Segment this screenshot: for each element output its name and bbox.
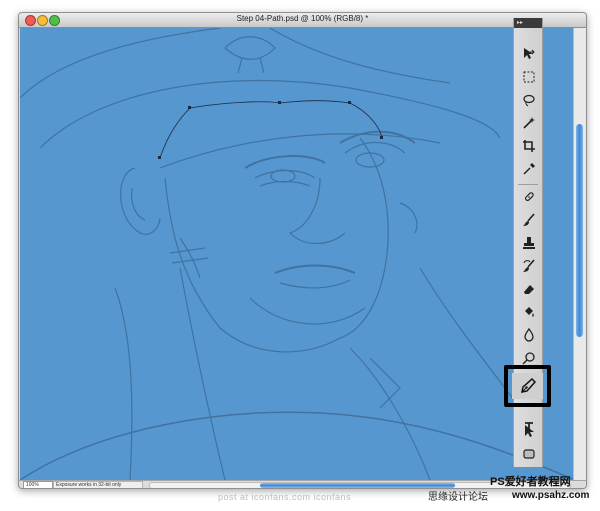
- lasso-tool-icon[interactable]: [519, 92, 538, 108]
- shape-tool-icon[interactable]: [519, 446, 538, 462]
- toolbar-divider: [518, 184, 538, 185]
- dodge-tool-icon[interactable]: [519, 350, 538, 366]
- magic-wand-icon[interactable]: [519, 115, 538, 131]
- eyedropper-icon[interactable]: [519, 161, 538, 177]
- brush-tool-icon[interactable]: [519, 212, 538, 228]
- pen-tool-icon[interactable]: [512, 373, 543, 399]
- eraser-icon[interactable]: [519, 281, 538, 297]
- clone-stamp-icon[interactable]: [519, 235, 538, 251]
- tools-panel-header[interactable]: ▸▸: [514, 18, 542, 28]
- horizontal-scroll-thumb[interactable]: [260, 483, 455, 488]
- zoom-level-field[interactable]: 100%: [23, 481, 53, 488]
- move-tool-icon[interactable]: [519, 46, 538, 62]
- post-credit-text: post at iconfans.com iconfans: [218, 492, 352, 502]
- vertical-scrollbar[interactable]: [573, 28, 586, 480]
- pirate-sketch-artwork: [20, 28, 575, 480]
- document-canvas[interactable]: [20, 28, 575, 480]
- crop-tool-icon[interactable]: [519, 138, 538, 154]
- marquee-tool-icon[interactable]: [519, 69, 538, 85]
- ps-brand-text: PS爱好者教程网: [490, 476, 571, 488]
- healing-brush-icon[interactable]: [519, 189, 538, 205]
- vertical-scroll-thumb[interactable]: [576, 124, 583, 337]
- pen-tool-highlight: [504, 365, 551, 407]
- blur-tool-icon[interactable]: [519, 327, 538, 343]
- paint-bucket-icon[interactable]: [519, 304, 538, 320]
- site-cn-text: 思缘设计论坛: [428, 492, 488, 503]
- path-selection-icon[interactable]: [519, 423, 538, 439]
- site-url-text: www.psahz.com: [512, 490, 590, 501]
- title-bar: Step 04-Path.psd @ 100% (RGB/8) *: [19, 13, 586, 28]
- photoshop-window: Step 04-Path.psd @ 100% (RGB/8) * 100% E…: [18, 12, 587, 489]
- history-brush-icon[interactable]: [519, 258, 538, 274]
- document-title: Step 04-Path.psd @ 100% (RGB/8) *: [236, 14, 369, 23]
- status-message: Exposure works in 32-bit only: [53, 481, 143, 488]
